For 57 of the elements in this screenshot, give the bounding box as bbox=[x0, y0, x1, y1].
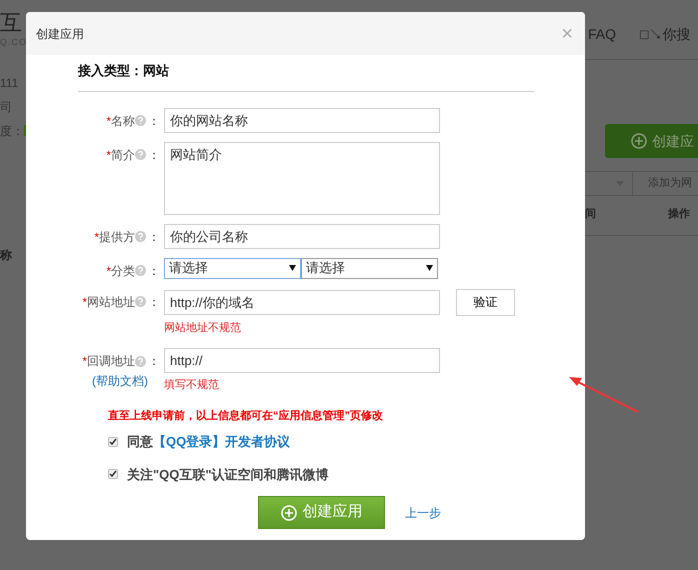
colon: ： bbox=[148, 353, 160, 370]
colon: ： bbox=[148, 146, 160, 164]
error-message: 网站地址不规范 bbox=[164, 320, 242, 336]
modal-title: 创建应用 bbox=[36, 26, 84, 42]
column-header: 操作 bbox=[668, 207, 690, 222]
input-field[interactable]: http:// bbox=[164, 348, 440, 373]
checkbox[interactable] bbox=[108, 469, 118, 480]
required-marker: * bbox=[82, 294, 87, 310]
section-heading: 接入类型：网站 bbox=[78, 62, 170, 80]
required-marker: * bbox=[106, 112, 111, 130]
dropdown[interactable]: 请选择 bbox=[301, 258, 438, 278]
plus-icon bbox=[631, 133, 647, 149]
help-icon[interactable] bbox=[135, 231, 146, 242]
field-label: 分类 bbox=[111, 262, 135, 280]
create-app-button[interactable]: 创建应 bbox=[605, 124, 698, 158]
colon: ： bbox=[148, 294, 160, 310]
column-header: 间 bbox=[585, 206, 596, 222]
colon: ： bbox=[148, 112, 160, 130]
help-icon[interactable] bbox=[135, 296, 146, 307]
field-label: 提供方 bbox=[99, 228, 135, 246]
required-marker: * bbox=[106, 146, 111, 164]
input-field[interactable]: http://你的域名 bbox=[164, 290, 440, 314]
logo-text: 互 bbox=[0, 9, 23, 37]
back-link[interactable]: 上一步 bbox=[405, 504, 441, 522]
caret-icon bbox=[289, 265, 296, 271]
help-link[interactable]: (帮助文档) bbox=[92, 372, 148, 390]
required-marker: * bbox=[82, 353, 87, 370]
checkbox-label: 关注"QQ互联"认证空间和腾讯微博 bbox=[127, 466, 329, 484]
nav-link[interactable]: FAQ bbox=[588, 24, 616, 45]
required-marker: * bbox=[106, 262, 111, 280]
field-label: 名称 bbox=[111, 112, 135, 130]
plus-icon bbox=[280, 504, 296, 520]
field-label: 简介 bbox=[111, 146, 135, 164]
help-icon[interactable] bbox=[135, 115, 146, 126]
field-label: 网站地址 bbox=[87, 294, 135, 310]
colon: ： bbox=[148, 262, 160, 280]
checkbox[interactable] bbox=[108, 436, 118, 447]
field-label: 回调地址 bbox=[87, 353, 135, 370]
input-field[interactable]: 你的网站名称 bbox=[164, 108, 440, 132]
notice-text: 直至上线申请前，以上信息都可在“应用信息管理”页修改 bbox=[108, 408, 384, 424]
nav-link[interactable]: □↘你搜 bbox=[640, 24, 690, 45]
help-icon[interactable] bbox=[135, 149, 146, 160]
agreement-link[interactable]: 【QQ登录】开发者协议 bbox=[153, 434, 290, 449]
checkbox-label: 同意【QQ登录】开发者协议 bbox=[127, 433, 290, 451]
input-field[interactable]: 你的公司名称 bbox=[164, 224, 440, 248]
colon: ： bbox=[148, 228, 160, 246]
help-icon[interactable] bbox=[135, 356, 146, 366]
create-app-button[interactable]: 创建应用 bbox=[258, 496, 385, 529]
column-header: 称 bbox=[0, 246, 13, 264]
verify-button[interactable]: 验证 bbox=[456, 288, 515, 316]
dropdown[interactable]: 请选择 bbox=[164, 258, 301, 278]
caret-icon bbox=[426, 265, 433, 271]
required-marker: * bbox=[94, 228, 99, 246]
text-area[interactable]: 网站简介 bbox=[164, 142, 440, 214]
status-marker-icon bbox=[24, 125, 26, 136]
help-icon[interactable] bbox=[135, 265, 146, 276]
error-message: 填写不规范 bbox=[164, 378, 220, 393]
